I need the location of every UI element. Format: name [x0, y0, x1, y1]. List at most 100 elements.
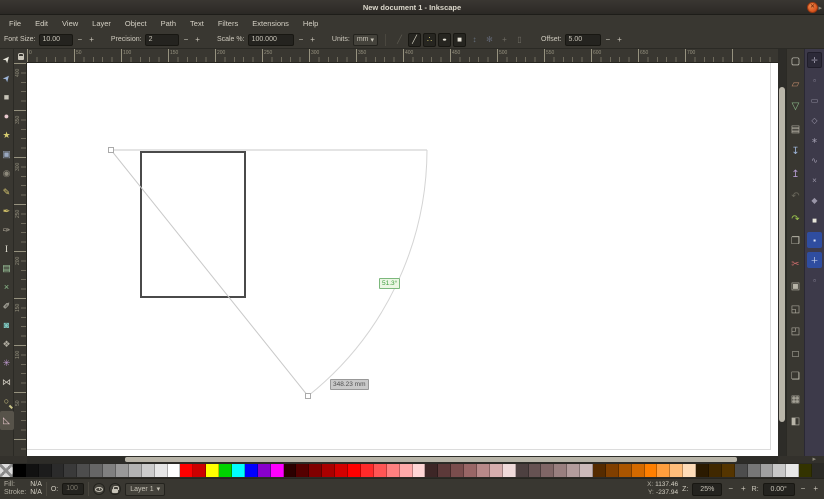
text-tool[interactable]: I — [0, 240, 14, 259]
tweak-tool[interactable]: ❖ — [0, 335, 14, 354]
layer-visibility-button[interactable] — [93, 483, 105, 495]
menu-item-edit[interactable]: Edit — [28, 17, 55, 30]
color-swatch[interactable] — [13, 464, 26, 477]
color-swatch[interactable] — [206, 464, 219, 477]
color-swatch[interactable] — [387, 464, 400, 477]
rotation-decrement-button[interactable]: − — [799, 483, 808, 495]
color-swatch[interactable] — [155, 464, 168, 477]
scale-increment-button[interactable]: + — [308, 34, 317, 46]
box3d-tool[interactable]: ▣ — [0, 145, 14, 164]
measure-start-handle[interactable] — [109, 148, 114, 153]
paste-icon[interactable]: ▣ — [788, 276, 804, 297]
cut-icon[interactable]: ✂ — [788, 254, 804, 275]
color-swatch[interactable] — [645, 464, 658, 477]
import-icon[interactable]: ↧ — [788, 141, 804, 162]
save-document-icon[interactable]: ▽ — [788, 96, 804, 117]
spray-tool[interactable]: ✳ — [0, 354, 14, 373]
color-swatch[interactable] — [90, 464, 103, 477]
scale-input[interactable]: 100.000 — [248, 34, 294, 46]
fill-stroke-indicator[interactable]: Fill: N/A Stroke: N/A — [4, 481, 42, 497]
measure-end-handle[interactable] — [306, 394, 311, 399]
color-swatch[interactable] — [529, 464, 542, 477]
opacity-input[interactable]: 100 — [62, 483, 84, 495]
menu-item-extensions[interactable]: Extensions — [245, 17, 296, 30]
color-swatch[interactable] — [619, 464, 632, 477]
scale-decrement-button[interactable]: − — [297, 34, 306, 46]
color-swatch[interactable] — [683, 464, 696, 477]
menu-item-layer[interactable]: Layer — [85, 17, 118, 30]
snap-object-centers-icon[interactable]: ＋ — [807, 252, 822, 268]
pencil-tool[interactable]: ✎ — [0, 183, 14, 202]
mesh-tool[interactable]: × — [0, 278, 14, 297]
color-swatch[interactable] — [258, 464, 271, 477]
color-swatch[interactable] — [786, 464, 799, 477]
calligraphy-tool[interactable]: ✑ — [0, 221, 14, 240]
show-hidden-intersections-icon[interactable]: ∴ — [423, 33, 436, 47]
zoom-drawing-icon[interactable]: ◰ — [788, 321, 804, 342]
color-swatch[interactable] — [606, 464, 619, 477]
to-guides-icon[interactable]: + — [498, 33, 511, 47]
offset-decrement-button[interactable]: − — [604, 34, 613, 46]
ruler-corner[interactable] — [14, 49, 27, 63]
color-swatch[interactable] — [232, 464, 245, 477]
vertical-scrollbar-thumb[interactable] — [779, 87, 785, 422]
menu-item-text[interactable]: Text — [183, 17, 211, 30]
horizontal-scrollbar-track[interactable] — [27, 456, 778, 463]
rotation-increment-button[interactable]: + — [811, 483, 820, 495]
color-swatch[interactable] — [722, 464, 735, 477]
redo-icon[interactable]: ↷ — [788, 209, 804, 230]
zoom-input[interactable]: 25% — [692, 483, 722, 496]
enable-snapping-icon[interactable]: ✛ — [807, 52, 822, 68]
color-swatch[interactable] — [26, 464, 39, 477]
color-swatch[interactable] — [116, 464, 129, 477]
horizontal-scrollbar[interactable]: ▸ — [0, 456, 824, 463]
gradient-tool[interactable]: ▤ — [0, 259, 14, 278]
canvas[interactable]: 51.3° 348.23 mm — [27, 63, 778, 456]
color-swatch[interactable] — [593, 464, 606, 477]
measure-tool[interactable]: ◺ — [0, 411, 14, 430]
color-swatch[interactable] — [554, 464, 567, 477]
precision-decrement-button[interactable]: − — [182, 34, 191, 46]
color-swatch[interactable] — [103, 464, 116, 477]
color-swatch[interactable] — [425, 464, 438, 477]
measure-ellipse-icon[interactable]: ● — [438, 33, 451, 47]
color-swatch[interactable] — [657, 464, 670, 477]
color-swatch[interactable] — [773, 464, 786, 477]
palette-scroll-icon[interactable]: ▸ — [818, 4, 822, 12]
snap-midpoints-icon[interactable]: ▪ — [807, 232, 822, 248]
color-swatch[interactable] — [309, 464, 322, 477]
color-swatch[interactable] — [296, 464, 309, 477]
spiral-tool[interactable]: ◉ — [0, 164, 14, 183]
ellipse-tool[interactable]: ● — [0, 107, 14, 126]
color-swatch[interactable] — [335, 464, 348, 477]
color-swatch[interactable] — [464, 464, 477, 477]
snap-nodes-icon[interactable]: ∗ — [807, 132, 822, 148]
color-swatch[interactable] — [451, 464, 464, 477]
color-swatch[interactable] — [52, 464, 65, 477]
color-swatch[interactable] — [180, 464, 193, 477]
color-swatch[interactable] — [271, 464, 284, 477]
color-swatch[interactable] — [438, 464, 451, 477]
color-swatch[interactable] — [245, 464, 258, 477]
color-swatch[interactable] — [670, 464, 683, 477]
ignore-first-last-icon[interactable]: ╱ — [393, 33, 406, 47]
font-size-decrement-button[interactable]: − — [76, 34, 85, 46]
phantom-measure-icon[interactable]: ✻ — [483, 33, 496, 47]
menu-item-file[interactable]: File — [2, 17, 28, 30]
color-swatch[interactable] — [129, 464, 142, 477]
color-swatch[interactable] — [799, 464, 812, 477]
no-color-swatch[interactable] — [0, 464, 13, 477]
color-swatch[interactable] — [322, 464, 335, 477]
scroll-right-icon[interactable]: ▸ — [812, 455, 816, 463]
color-swatch[interactable] — [193, 464, 206, 477]
menu-item-help[interactable]: Help — [296, 17, 325, 30]
rotation-input[interactable]: 0.00° — [763, 483, 795, 496]
snap-bbox-corners-icon[interactable]: ◇ — [807, 112, 822, 128]
pen-tool[interactable]: ✒ — [0, 202, 14, 221]
units-dropdown[interactable]: mm ▾ — [353, 34, 378, 46]
snap-bbox-icon[interactable]: ▫ — [807, 72, 822, 88]
color-swatch[interactable] — [374, 464, 387, 477]
convert-to-item-icon[interactable]: ▯ — [513, 33, 526, 47]
vertical-scrollbar[interactable] — [778, 49, 786, 456]
color-swatch[interactable] — [284, 464, 297, 477]
